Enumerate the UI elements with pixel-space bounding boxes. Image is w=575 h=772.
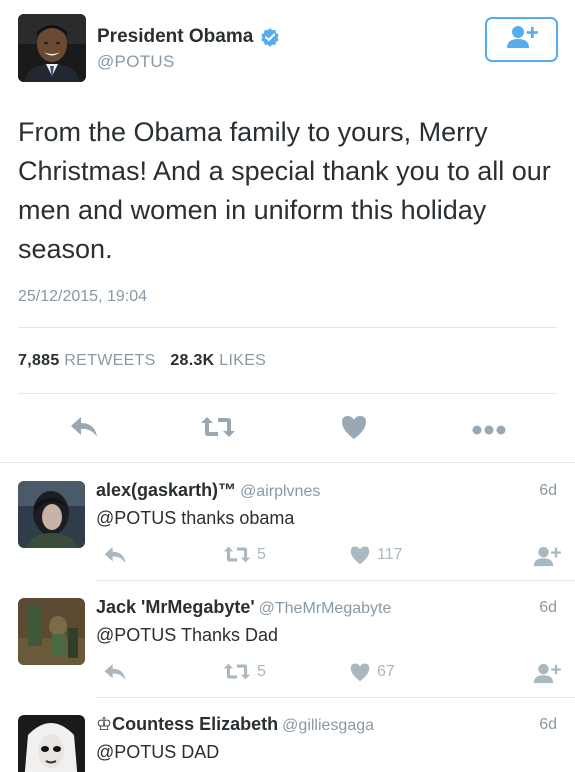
reply-author-handle[interactable]: @airplvnes [240, 483, 320, 500]
reply-icon [69, 417, 99, 443]
heart-icon [349, 545, 371, 565]
divider [18, 327, 557, 328]
reply-avatar[interactable] [18, 715, 85, 772]
reply-reply-button[interactable] [97, 545, 127, 565]
reply-like-count: 67 [377, 663, 395, 680]
reply-like-count: 117 [377, 546, 403, 563]
reply-tweet[interactable]: alex(gaskarth)™ @airplvnes 6d @POTUS than… [0, 463, 575, 580]
reply-icon [103, 545, 127, 565]
reply-tweet[interactable]: ♔Countess Elizabeth @gilliesgaga 6d @POTU… [0, 697, 575, 772]
reply-avatar[interactable] [18, 481, 85, 548]
reply-button[interactable] [69, 415, 99, 444]
reply-time[interactable]: 6d [539, 599, 557, 617]
reply-time[interactable]: 6d [539, 482, 557, 500]
reply-author[interactable]: ♔Countess Elizabeth @gilliesgaga [96, 714, 374, 735]
likes-count[interactable]: 28.3K [170, 352, 214, 369]
follow-user-icon [506, 24, 538, 55]
retweet-button[interactable] [200, 415, 236, 444]
reply-author[interactable]: alex(gaskarth)™ @airplvnes [96, 480, 320, 501]
author-handle[interactable]: @POTUS [97, 52, 175, 72]
reply-follow-button[interactable] [527, 545, 561, 568]
reply-retweet-button[interactable]: 5 [217, 545, 266, 564]
more-button[interactable] [472, 422, 506, 440]
reply-like-button[interactable]: 117 [343, 545, 403, 565]
reply-retweet-count: 5 [257, 662, 266, 680]
follow-button[interactable] [485, 17, 558, 62]
reply-text: @POTUS DAD [96, 742, 220, 762]
reply-reply-button[interactable] [97, 662, 127, 682]
reply-follow-button[interactable] [527, 662, 561, 685]
reply-actions: 5 67 [0, 662, 575, 686]
heart-icon [349, 662, 371, 682]
retweets-label[interactable]: RETWEETS [64, 352, 155, 369]
follow-user-icon [533, 545, 561, 568]
divider [18, 393, 557, 394]
reply-like-button[interactable]: 67 [343, 662, 395, 682]
tweet-actions [0, 410, 575, 446]
likes-label[interactable]: LIKES [219, 352, 266, 369]
reply-author-name[interactable]: alex(gaskarth)™ [96, 480, 236, 500]
follow-user-icon [533, 662, 561, 685]
reply-time[interactable]: 6d [539, 716, 557, 734]
retweets-count[interactable]: 7,885 [18, 352, 60, 369]
more-dots-icon [472, 422, 506, 439]
tweet-header: President Obama @POTUS [18, 14, 558, 86]
author-name-text[interactable]: President Obama [97, 26, 253, 48]
reply-text: @POTUS Thanks Dad [96, 625, 279, 645]
retweet-icon [223, 545, 251, 564]
like-button[interactable] [340, 414, 368, 445]
reply-author-handle[interactable]: @gilliesgaga [282, 717, 374, 734]
reply-retweet-count: 5 [257, 545, 266, 563]
tweet-text: From the Obama family to yours, Merry Ch… [18, 117, 551, 264]
author-name[interactable]: President Obama [97, 26, 280, 48]
reply-tweet[interactable]: Jack 'MrMegabyte' @TheMrMegabyte 6d @POTU… [0, 580, 575, 697]
heart-icon [340, 416, 368, 444]
retweet-icon [223, 662, 251, 681]
reply-avatar[interactable] [18, 598, 85, 665]
reply-actions: 5 117 [0, 545, 575, 569]
reply-retweet-button[interactable]: 5 [217, 662, 266, 681]
reply-author[interactable]: Jack 'MrMegabyte' @TheMrMegabyte [96, 597, 391, 618]
reply-text: @POTUS thanks obama [96, 508, 295, 528]
author-avatar[interactable] [18, 14, 86, 82]
reply-author-handle[interactable]: @TheMrMegabyte [259, 600, 392, 617]
reply-icon [103, 662, 127, 682]
tweet-timestamp[interactable]: 25/12/2015, 19:04 [18, 288, 147, 306]
retweet-icon [200, 417, 236, 443]
verified-badge-icon [260, 27, 280, 47]
tweet-stats: 7,885 RETWEETS 28.3K LIKES [18, 352, 266, 370]
reply-author-name[interactable]: Jack 'MrMegabyte' [96, 597, 255, 617]
reply-author-name[interactable]: ♔Countess Elizabeth [96, 714, 278, 734]
